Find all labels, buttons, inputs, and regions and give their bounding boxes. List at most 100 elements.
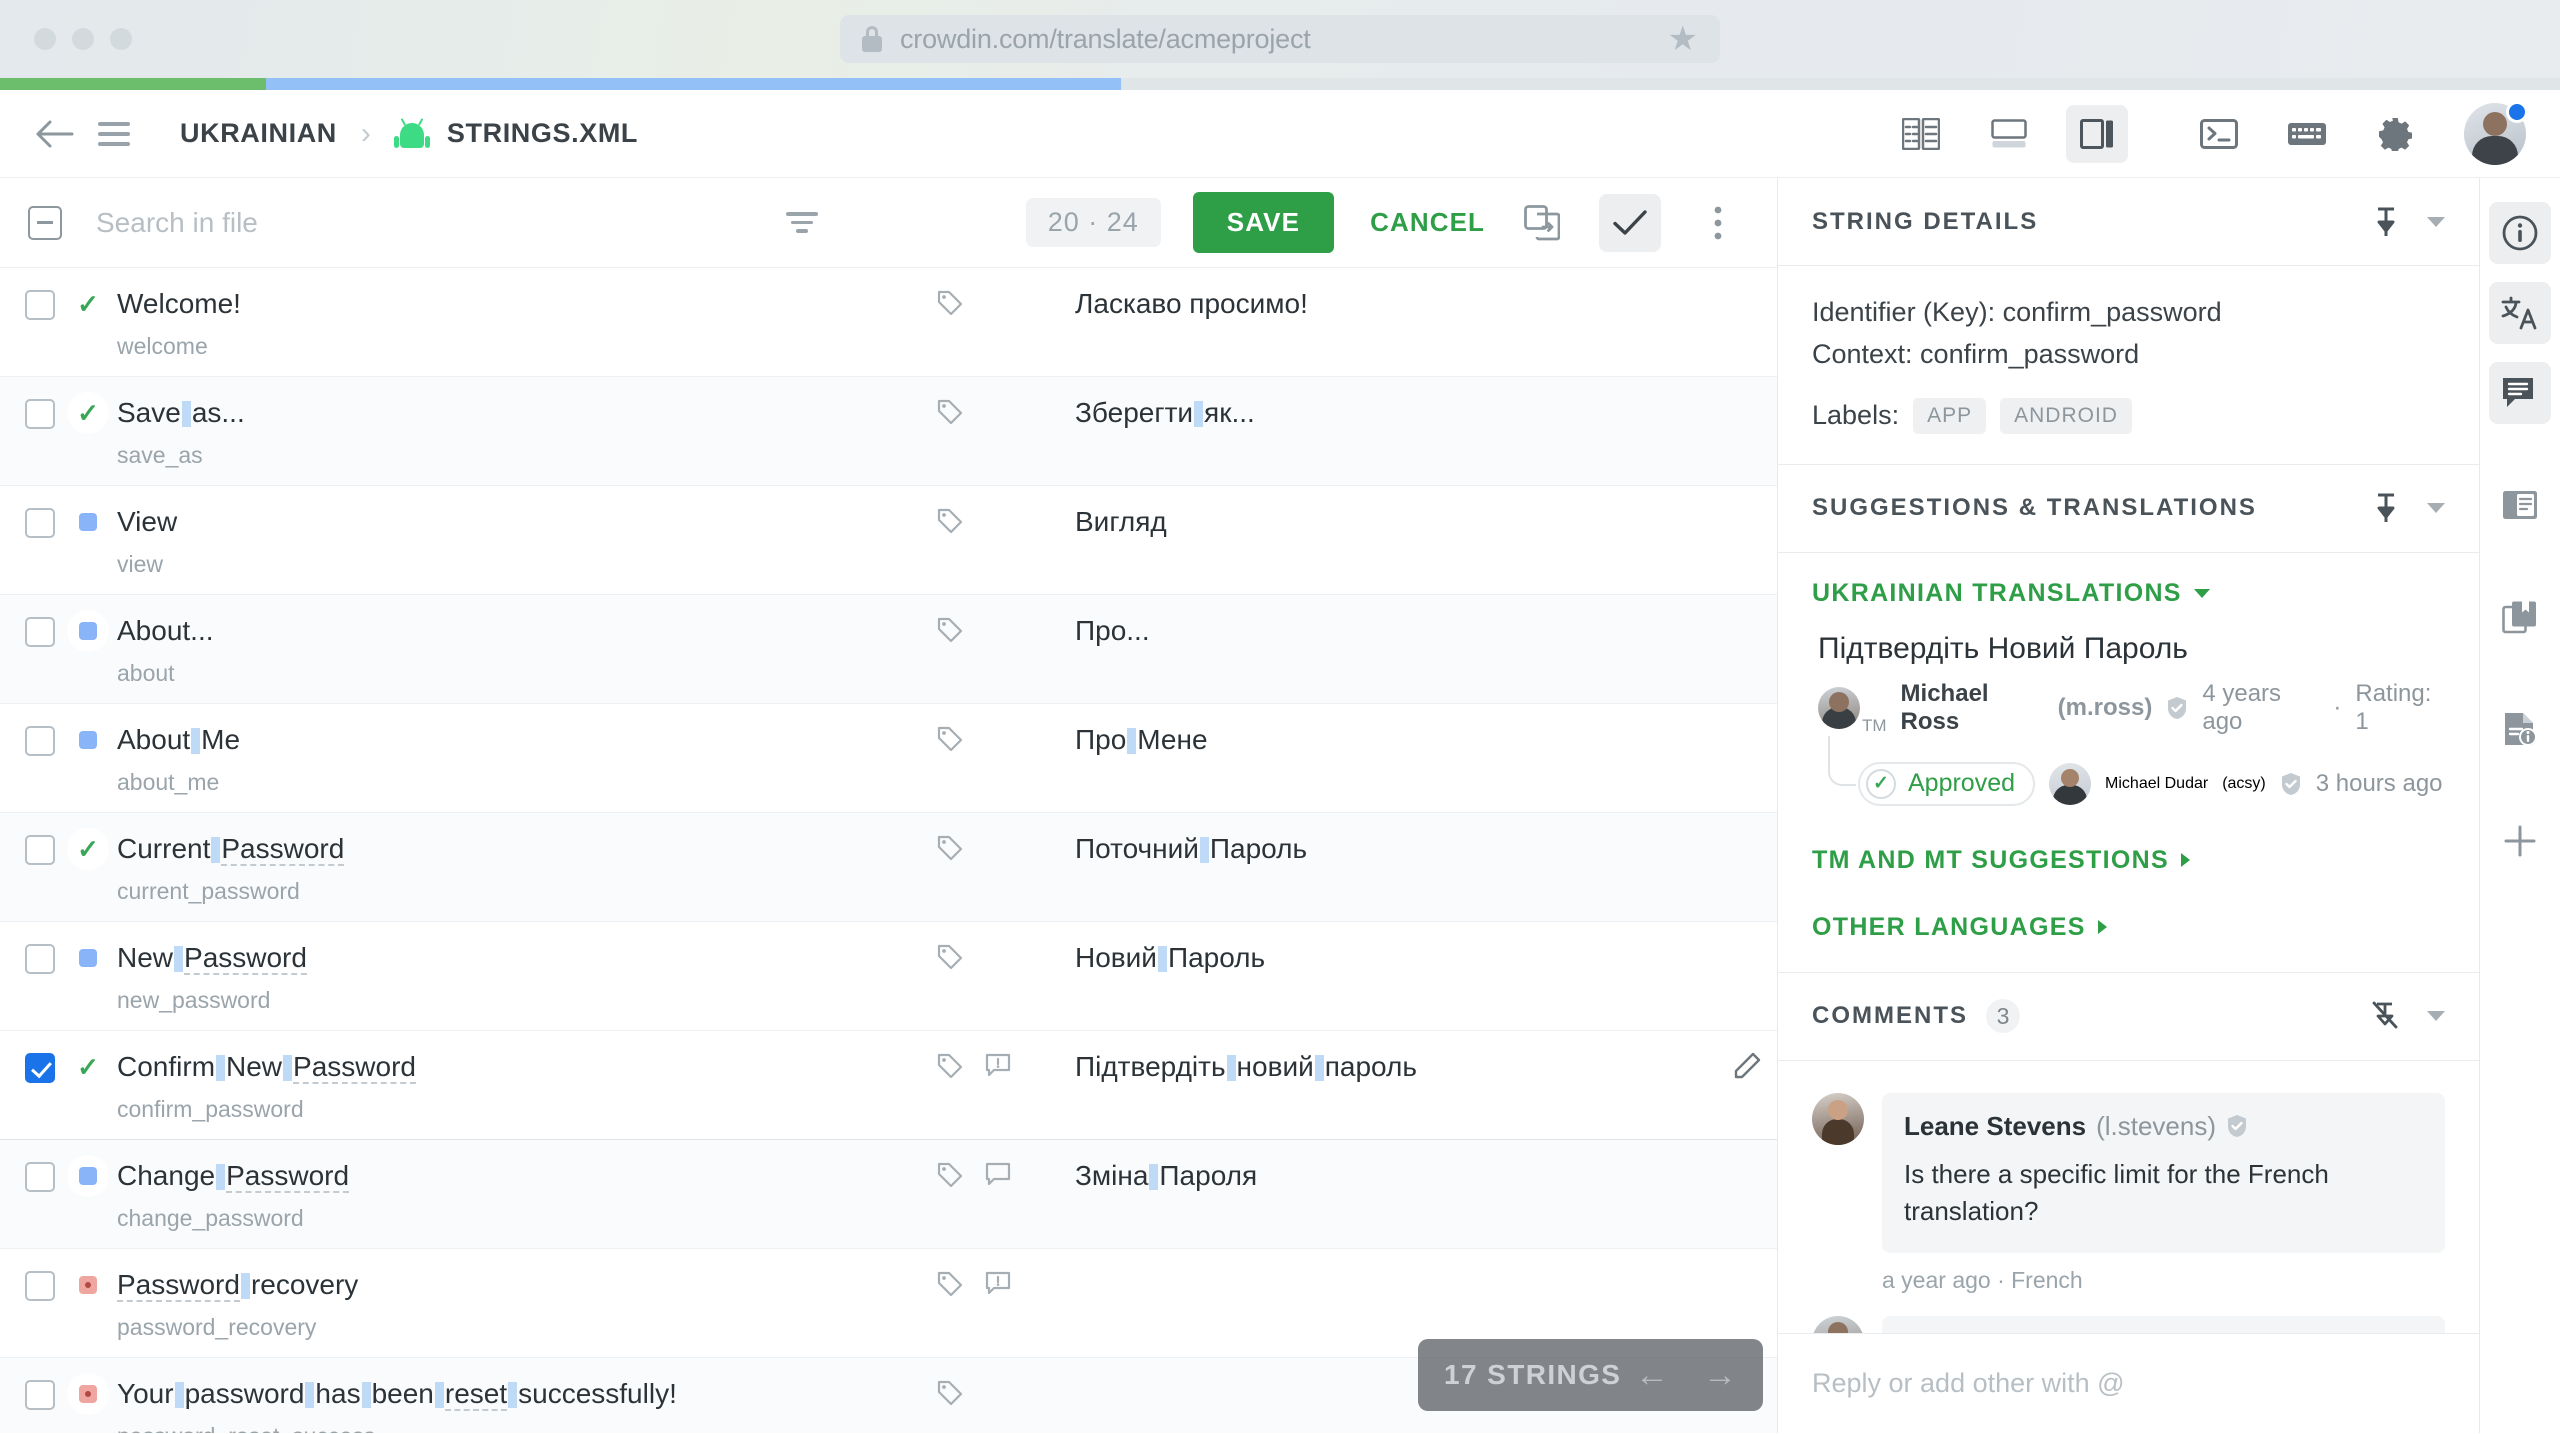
suggested-translation[interactable]: Підтвердіть Новий Пароль	[1818, 632, 2445, 666]
table-row[interactable]: Change Password change_password Зміна Паро…	[0, 1140, 1777, 1249]
translation-cell[interactable]: Зміна Пароля	[1057, 1158, 1717, 1193]
minimize-window-button[interactable]	[72, 28, 94, 50]
comments-list[interactable]: Leane Stevens (l.stevens) Is there a spe…	[1778, 1061, 2479, 1333]
tm-mt-suggestions-group[interactable]: TM AND MT SUGGESTIONS	[1812, 846, 2445, 875]
copy-source-icon[interactable]	[1511, 194, 1573, 252]
chevron-down-icon[interactable]	[2427, 1011, 2445, 1022]
glossary-icon[interactable]	[2489, 586, 2551, 648]
table-row-selected[interactable]: ✓ Confirm New Password confirm_password Пі…	[0, 1031, 1777, 1140]
hamburger-menu-icon[interactable]	[98, 114, 138, 154]
breadcrumb-file[interactable]: STRINGS.XML	[447, 118, 638, 149]
arrow-right-icon[interactable]: →	[1703, 1358, 1737, 1392]
table-row[interactable]: About Me about_me Про Мене	[0, 704, 1777, 813]
row-checkbox[interactable]	[25, 290, 55, 320]
translation-cell[interactable]: Про...	[1057, 613, 1717, 648]
reply-input[interactable]	[1812, 1368, 2445, 1399]
star-icon[interactable]: ★	[1668, 22, 1698, 56]
tag-icon[interactable]	[937, 508, 963, 534]
tag-icon[interactable]	[937, 617, 963, 643]
table-row[interactable]: New Password new_password Новий Пароль	[0, 922, 1777, 1031]
top-bottom-view-icon[interactable]	[1978, 105, 2040, 163]
maximize-window-button[interactable]	[110, 28, 132, 50]
keyboard-shortcuts-icon[interactable]	[2276, 105, 2338, 163]
list-item[interactable]: Leane Stevens (l.stevens) Is there a spe…	[1812, 1092, 2445, 1294]
translation-cell[interactable]: Зберегти як...	[1057, 395, 1717, 430]
author-name[interactable]: Michael Ross	[1901, 680, 2044, 736]
label-chip[interactable]: APP	[1913, 397, 1987, 434]
row-checkbox[interactable]	[25, 508, 55, 538]
row-checkbox[interactable]	[25, 835, 55, 865]
row-checkbox[interactable]	[25, 1162, 55, 1192]
save-button[interactable]: SAVE	[1192, 192, 1335, 253]
more-vertical-icon[interactable]	[1687, 194, 1749, 252]
string-list[interactable]: ✓ Welcome! welcome Ласкаво просимо! ✓ Sa…	[0, 268, 1777, 1433]
approve-check-icon[interactable]	[1599, 193, 1661, 252]
back-arrow-icon[interactable]	[32, 112, 76, 156]
row-checkbox[interactable]	[25, 1380, 55, 1410]
tag-icon[interactable]	[937, 1053, 963, 1079]
comments-icon[interactable]	[2489, 362, 2551, 424]
row-checkbox[interactable]	[25, 944, 55, 974]
tag-icon[interactable]	[937, 726, 963, 752]
table-row[interactable]: ✓ Save as... save_as Зберегти як...	[0, 377, 1777, 486]
issue-comment-icon[interactable]	[985, 1053, 1011, 1079]
unpin-icon[interactable]	[2371, 1001, 2399, 1031]
address-bar[interactable]: crowdin.com/translate/acmeproject ★	[840, 15, 1720, 63]
close-window-button[interactable]	[34, 28, 56, 50]
cancel-button[interactable]: CANCEL	[1370, 207, 1485, 238]
translation-cell[interactable]: Вигляд	[1057, 504, 1717, 539]
table-row[interactable]: ✓ Current Password current_password Поточ…	[0, 813, 1777, 922]
edit-pencil-icon[interactable]	[1732, 1051, 1762, 1081]
label-chip[interactable]: ANDROID	[2000, 397, 2132, 434]
search-input[interactable]	[96, 206, 756, 239]
translation-cell[interactable]: Підтвердіть новий пароль	[1057, 1049, 1717, 1084]
row-checkbox[interactable]	[25, 1053, 55, 1083]
approved-status-pill[interactable]: ✓ Approved	[1858, 761, 2036, 806]
table-row[interactable]: About... about Про...	[0, 595, 1777, 704]
comment-icon[interactable]	[985, 1162, 1011, 1188]
table-row[interactable]: ✓ Welcome! welcome Ласкаво просимо!	[0, 268, 1777, 377]
other-languages-group[interactable]: OTHER LANGUAGES	[1812, 913, 2445, 942]
row-checkbox[interactable]	[25, 1271, 55, 1301]
approver-name[interactable]: Michael Dudar	[2105, 775, 2208, 793]
console-icon[interactable]	[2188, 105, 2250, 163]
tag-icon[interactable]	[937, 290, 963, 316]
string-info-icon[interactable]	[2489, 202, 2551, 264]
translation-cell[interactable]: Ласкаво просимо!	[1057, 286, 1717, 321]
avatar[interactable]	[2464, 100, 2528, 165]
list-item[interactable]: Michael Ross (m.ross) Hey, @l.stevens! N…	[1812, 1316, 2445, 1333]
tag-icon[interactable]	[937, 835, 963, 861]
panel-layout-view-icon[interactable]	[2066, 104, 2128, 163]
comment-reply-box[interactable]	[1778, 1333, 2479, 1433]
file-context-icon[interactable]	[2489, 698, 2551, 760]
ukrainian-translations-group[interactable]: UKRAINIAN TRANSLATIONS	[1812, 579, 2445, 608]
window-controls[interactable]	[34, 28, 132, 50]
screenshots-icon[interactable]	[2489, 474, 2551, 536]
translation-cell[interactable]: Поточний Пароль	[1057, 831, 1717, 866]
pin-icon[interactable]	[2373, 493, 2399, 523]
collapse-rows-icon[interactable]	[28, 205, 62, 240]
add-panel-icon[interactable]	[2489, 810, 2551, 872]
issue-comment-icon[interactable]	[985, 1271, 1011, 1297]
arrow-left-icon[interactable]: ←	[1635, 1358, 1669, 1392]
row-checkbox[interactable]	[25, 399, 55, 429]
table-row[interactable]: View view Вигляд	[0, 486, 1777, 595]
translation-cell[interactable]: Новий Пароль	[1057, 940, 1717, 975]
tag-icon[interactable]	[937, 944, 963, 970]
side-by-side-view-icon[interactable]	[1890, 105, 1952, 163]
tag-icon[interactable]	[937, 1162, 963, 1188]
settings-gear-icon[interactable]	[2364, 105, 2426, 163]
chevron-down-icon[interactable]	[2427, 216, 2445, 227]
chevron-down-icon[interactable]	[2427, 503, 2445, 514]
translate-icon[interactable]	[2489, 282, 2551, 344]
tag-icon[interactable]	[937, 1271, 963, 1297]
string-context: Context: confirm_password	[1812, 338, 2140, 369]
pin-icon[interactable]	[2373, 207, 2399, 237]
translation-cell[interactable]: Про Мене	[1057, 722, 1717, 757]
filter-icon[interactable]	[780, 201, 824, 245]
row-checkbox[interactable]	[25, 726, 55, 756]
row-checkbox[interactable]	[25, 617, 55, 647]
tag-icon[interactable]	[937, 399, 963, 425]
breadcrumb-language[interactable]: UKRAINIAN	[180, 118, 337, 149]
tag-icon[interactable]	[937, 1380, 963, 1406]
